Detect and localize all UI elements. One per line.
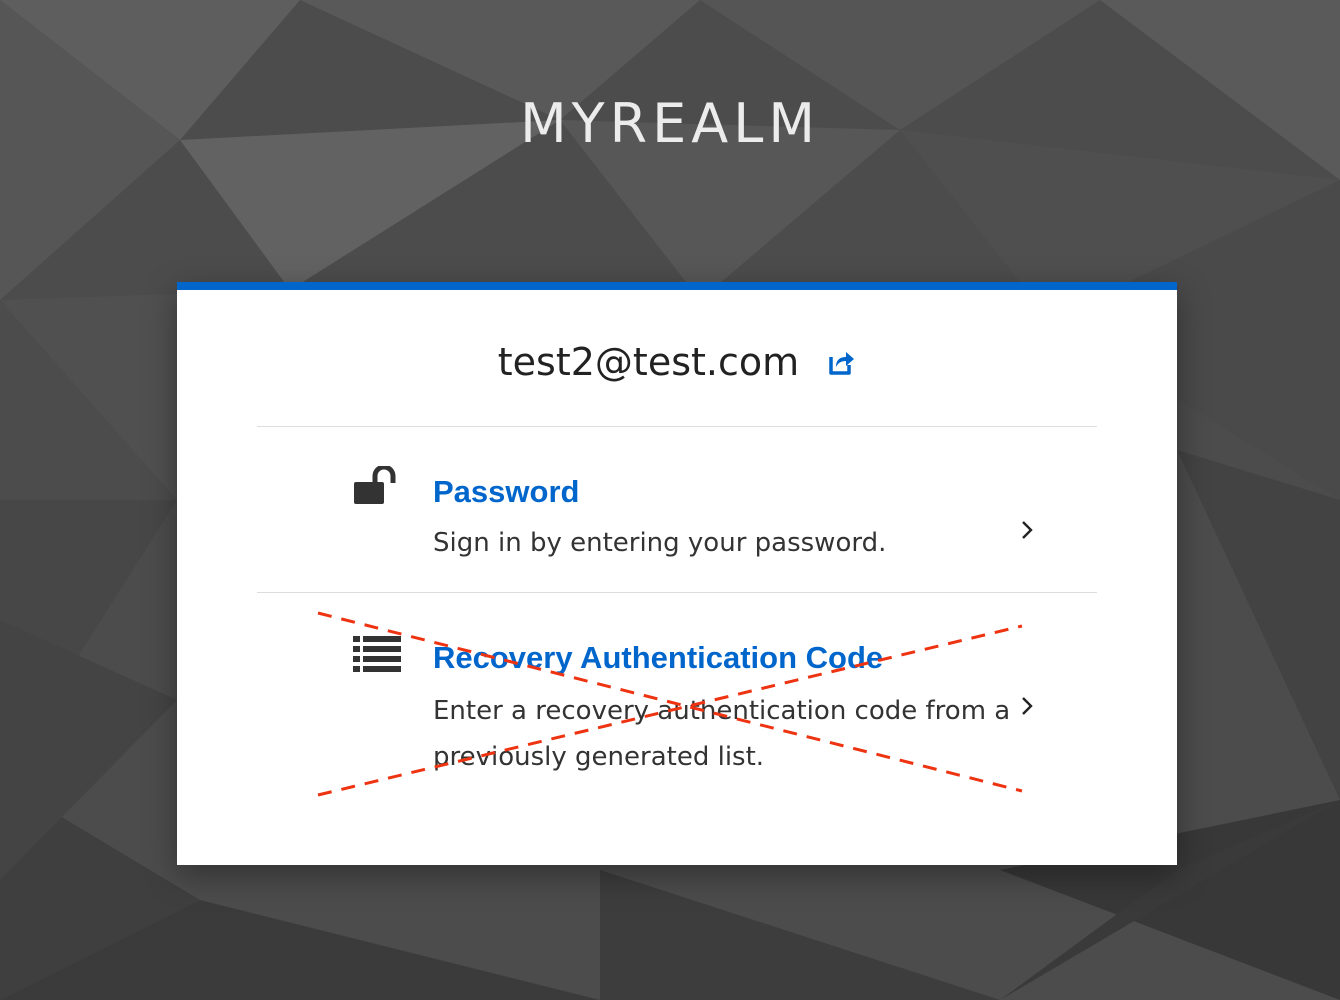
realm-title: MYREALM bbox=[520, 92, 820, 155]
method-title: Password bbox=[433, 474, 580, 509]
unlock-icon bbox=[354, 466, 396, 504]
share-arrow-icon[interactable] bbox=[826, 347, 856, 377]
method-description: Enter a recovery authentication code fro… bbox=[433, 696, 1011, 772]
login-card: test2@test.com Password Sign in by enter… bbox=[177, 282, 1177, 865]
list-icon bbox=[353, 636, 401, 672]
method-recovery-code[interactable]: Recovery Authentication Code Enter a rec… bbox=[257, 624, 1097, 784]
divider-middle bbox=[257, 592, 1097, 593]
method-description: Sign in by entering your password. bbox=[433, 528, 887, 558]
user-row: test2@test.com bbox=[177, 340, 1177, 400]
chevron-right-icon bbox=[1022, 697, 1033, 715]
username: test2@test.com bbox=[497, 340, 800, 384]
method-title: Recovery Authentication Code bbox=[433, 640, 884, 675]
divider-top bbox=[257, 426, 1097, 427]
chevron-right-icon bbox=[1022, 521, 1033, 539]
method-password[interactable]: Password Sign in by entering your passwo… bbox=[257, 458, 1097, 590]
